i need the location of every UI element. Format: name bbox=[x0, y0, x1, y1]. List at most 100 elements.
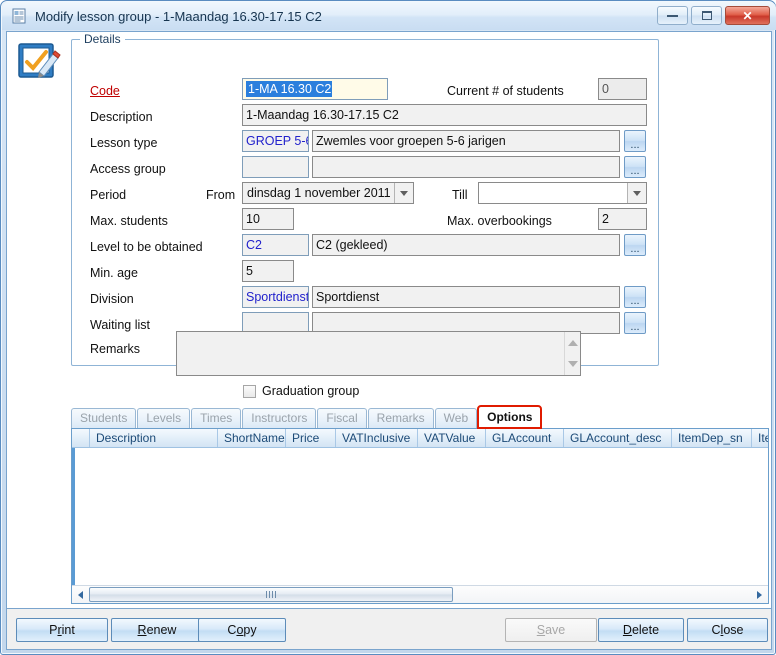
grip-line bbox=[266, 591, 267, 598]
max-students-input[interactable]: 10 bbox=[242, 208, 294, 230]
level-label: Level to be obtained bbox=[90, 236, 203, 258]
close-form-button[interactable]: Close bbox=[687, 618, 768, 642]
grid-column-itemdep-sn[interactable]: ItemDep_sn bbox=[672, 429, 752, 447]
remarks-label: Remarks bbox=[90, 338, 140, 360]
close-button[interactable]: ✕ bbox=[725, 6, 770, 25]
window-document-icon bbox=[11, 8, 27, 24]
window-controls: ✕ bbox=[657, 6, 770, 25]
waiting-list-label: Waiting list bbox=[90, 314, 150, 336]
remarks-spinner[interactable] bbox=[564, 332, 580, 375]
remarks-textarea[interactable] bbox=[176, 331, 581, 376]
min-age-label: Min. age bbox=[90, 262, 138, 284]
lesson-type-code-input[interactable]: GROEP 5-6 bbox=[242, 130, 309, 152]
code-label[interactable]: Code bbox=[90, 80, 120, 102]
division-label: Division bbox=[90, 288, 134, 310]
level-code-input[interactable]: C2 bbox=[242, 234, 309, 256]
description-input[interactable]: 1-Maandag 16.30-17.15 C2 bbox=[242, 104, 647, 126]
grip-line bbox=[275, 591, 276, 598]
tab-remarks[interactable]: Remarks bbox=[368, 408, 434, 428]
grid-header-row: Description ShortName Price VATInclusive… bbox=[72, 429, 768, 448]
copy-button[interactable]: Copy bbox=[198, 618, 286, 642]
minimize-button[interactable] bbox=[657, 6, 688, 25]
grid-column-price[interactable]: Price bbox=[286, 429, 336, 447]
period-from-value: dinsdag 1 november 2011 bbox=[243, 183, 394, 203]
access-group-label: Access group bbox=[90, 158, 166, 180]
access-group-code-input[interactable] bbox=[242, 156, 309, 178]
period-till-dropdown-button[interactable] bbox=[627, 183, 646, 203]
scroll-right-icon bbox=[757, 591, 762, 599]
scroll-left-button[interactable] bbox=[72, 586, 89, 603]
maximize-icon bbox=[702, 11, 712, 20]
tab-instructors[interactable]: Instructors bbox=[242, 408, 316, 428]
chevron-down-icon bbox=[400, 191, 408, 196]
tab-web[interactable]: Web bbox=[435, 408, 477, 428]
chevron-down-icon bbox=[633, 191, 641, 196]
tab-options[interactable]: Options bbox=[478, 406, 541, 428]
tab-levels[interactable]: Levels bbox=[137, 408, 190, 428]
period-from-label: From bbox=[206, 184, 235, 206]
chevron-up-icon[interactable] bbox=[568, 340, 578, 346]
period-label: Period bbox=[90, 184, 126, 206]
waiting-list-browse-button[interactable]: ... bbox=[624, 312, 646, 334]
current-students-label: Current # of students bbox=[447, 80, 564, 102]
graduation-group-checkbox[interactable] bbox=[243, 385, 256, 398]
access-group-browse-button[interactable]: ... bbox=[624, 156, 646, 178]
grid-column-itemd[interactable]: ItemD bbox=[752, 429, 768, 447]
delete-button[interactable]: Delete bbox=[598, 618, 684, 642]
details-legend: Details bbox=[80, 32, 125, 46]
description-label: Description bbox=[90, 106, 153, 128]
scroll-right-button[interactable] bbox=[751, 586, 768, 603]
graduation-group-label: Graduation group bbox=[262, 384, 359, 398]
tab-fiscal[interactable]: Fiscal bbox=[317, 408, 366, 428]
level-browse-button[interactable]: ... bbox=[624, 234, 646, 256]
period-from-dropdown-button[interactable] bbox=[394, 183, 413, 203]
renew-button[interactable]: Renew bbox=[111, 618, 203, 642]
tab-strip: Students Levels Times Instructors Fiscal… bbox=[71, 406, 769, 428]
minimize-icon bbox=[667, 14, 678, 17]
edit-form-checkmark-icon bbox=[17, 40, 61, 84]
remarks-value bbox=[177, 332, 580, 336]
period-from-combo[interactable]: dinsdag 1 november 2011 bbox=[242, 182, 414, 204]
grid-row-indicator-header bbox=[72, 429, 90, 447]
form-client-area: Details Code 1-MA 16.30 C2 Current # of … bbox=[6, 31, 772, 609]
division-code-input[interactable]: Sportdienst bbox=[242, 286, 309, 308]
graduation-group-checkbox-row[interactable]: Graduation group bbox=[243, 384, 359, 398]
grid-column-glaccount[interactable]: GLAccount bbox=[486, 429, 564, 447]
lesson-type-description: Zwemles voor groepen 5-6 jarigen bbox=[312, 130, 620, 152]
access-group-description bbox=[312, 156, 620, 178]
modify-lesson-group-window: Modify lesson group - 1-Maandag 16.30-17… bbox=[0, 0, 776, 655]
grid-hscroll-track[interactable] bbox=[89, 586, 751, 603]
max-overbookings-input[interactable]: 2 bbox=[598, 208, 647, 230]
grip-line bbox=[269, 591, 270, 598]
level-description: C2 (gekleed) bbox=[312, 234, 620, 256]
grid-column-vatvalue[interactable]: VATValue bbox=[418, 429, 486, 447]
max-students-label: Max. students bbox=[90, 210, 168, 232]
division-description: Sportdienst bbox=[312, 286, 620, 308]
grid-body[interactable] bbox=[72, 448, 768, 586]
min-age-input[interactable]: 5 bbox=[242, 260, 294, 282]
grid-hscroll-thumb[interactable] bbox=[89, 587, 453, 602]
print-button[interactable]: Print bbox=[16, 618, 108, 642]
save-button[interactable]: Save bbox=[505, 618, 597, 642]
grip-line bbox=[272, 591, 273, 598]
window-title: Modify lesson group - 1-Maandag 16.30-17… bbox=[35, 9, 322, 24]
footer-button-bar: Print Renew Copy Save Delete Close bbox=[6, 609, 772, 650]
grid-column-description[interactable]: Description bbox=[90, 429, 218, 447]
lesson-type-browse-button[interactable]: ... bbox=[624, 130, 646, 152]
title-bar: Modify lesson group - 1-Maandag 16.30-17… bbox=[2, 2, 776, 30]
code-input-value: 1-MA 16.30 C2 bbox=[246, 81, 332, 97]
tab-students[interactable]: Students bbox=[71, 408, 136, 428]
grid-column-shortname[interactable]: ShortName bbox=[218, 429, 286, 447]
chevron-down-icon[interactable] bbox=[568, 361, 578, 367]
code-input[interactable]: 1-MA 16.30 C2 bbox=[242, 78, 388, 100]
maximize-button[interactable] bbox=[691, 6, 722, 25]
grid-column-glaccount-desc[interactable]: GLAccount_desc bbox=[564, 429, 672, 447]
period-till-combo[interactable] bbox=[478, 182, 647, 204]
grid-horizontal-scrollbar[interactable] bbox=[72, 585, 768, 603]
grid-column-vatinclusive[interactable]: VATInclusive bbox=[336, 429, 418, 447]
options-grid[interactable]: Description ShortName Price VATInclusive… bbox=[71, 428, 769, 604]
scroll-left-icon bbox=[78, 591, 83, 599]
tab-times[interactable]: Times bbox=[191, 408, 241, 428]
lesson-type-label: Lesson type bbox=[90, 132, 157, 154]
division-browse-button[interactable]: ... bbox=[624, 286, 646, 308]
